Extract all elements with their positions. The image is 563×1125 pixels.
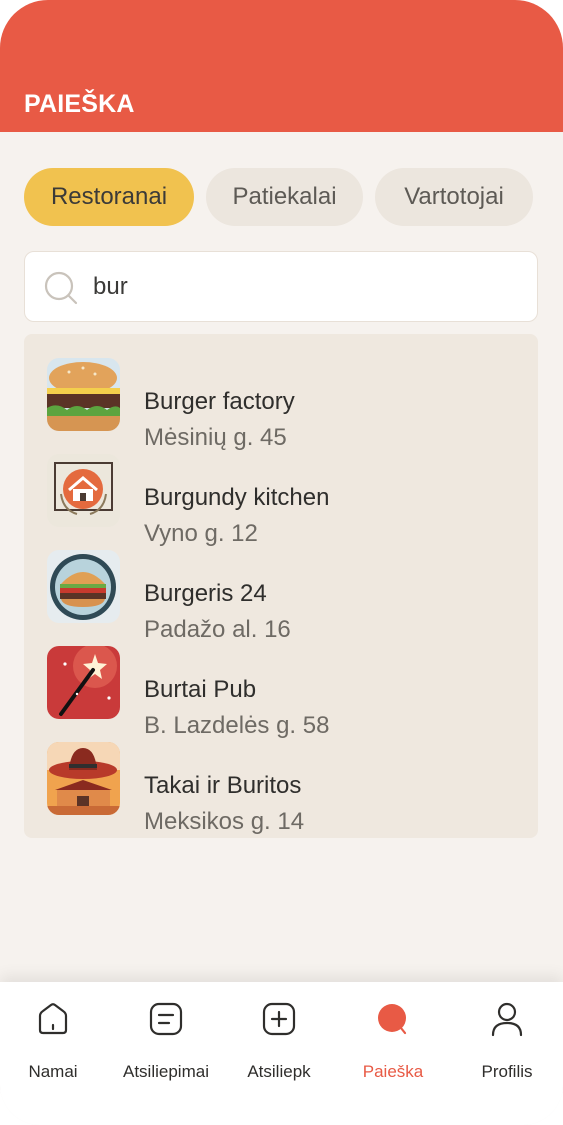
nav-profile[interactable]: Profilis bbox=[452, 1000, 562, 1081]
profile-icon bbox=[488, 1000, 526, 1038]
list-item[interactable]: Burgeris 24 Padažo al. 16 bbox=[24, 550, 538, 646]
list-item[interactable]: Burtai Pub B. Lazdelės g. 58 bbox=[24, 646, 538, 742]
nav-home[interactable]: Namai bbox=[0, 1000, 108, 1081]
search-box bbox=[24, 251, 538, 322]
tab-dishes[interactable]: Patiekalai bbox=[206, 168, 363, 226]
tab-users[interactable]: Vartotojai bbox=[375, 168, 533, 226]
restaurant-thumbnail bbox=[47, 454, 120, 527]
search-input[interactable] bbox=[93, 252, 513, 321]
restaurant-name: Burger factory bbox=[144, 388, 295, 415]
add-review-icon bbox=[260, 1000, 298, 1038]
restaurant-address: Padažo al. 16 bbox=[144, 616, 291, 643]
list-item[interactable]: Burgundy kitchen Vyno g. 12 bbox=[24, 454, 538, 550]
restaurant-name: Burtai Pub bbox=[144, 676, 257, 703]
restaurant-thumbnail bbox=[47, 550, 120, 623]
list-item[interactable]: Burger factory Mėsinių g. 45 bbox=[24, 358, 538, 454]
list-item[interactable]: Takai ir Buritos Meksikos g. 14 bbox=[24, 742, 538, 838]
nav-search[interactable]: Paieška bbox=[338, 1000, 448, 1081]
home-icon bbox=[34, 1000, 72, 1038]
nav-reviews[interactable]: Atsiliepimai bbox=[111, 1000, 221, 1081]
nav-label: Paieška bbox=[362, 1062, 424, 1081]
restaurant-address: B. Lazdelės g. 58 bbox=[144, 712, 330, 739]
page-title: PAIEŠKA bbox=[24, 90, 135, 118]
tab-restaurants[interactable]: Restoranai bbox=[24, 168, 194, 226]
restaurant-thumbnail bbox=[47, 646, 120, 719]
restaurant-name: Burgeris 24 bbox=[144, 580, 267, 607]
restaurant-thumbnail bbox=[47, 358, 120, 431]
app-screen: PAIEŠKA Restoranai Patiekalai Vartotojai bbox=[0, 0, 563, 1125]
search-icon bbox=[374, 1000, 412, 1038]
restaurant-thumbnail bbox=[47, 742, 120, 815]
header-bar: PAIEŠKA bbox=[0, 0, 563, 132]
restaurant-address: Vyno g. 12 bbox=[144, 520, 258, 547]
search-icon bbox=[44, 271, 78, 305]
nav-add-review[interactable]: Atsiliepk bbox=[224, 1000, 334, 1081]
restaurant-name: Burgundy kitchen bbox=[144, 484, 330, 511]
search-category-tabs: Restoranai Patiekalai Vartotojai bbox=[24, 168, 533, 226]
restaurant-address: Meksikos g. 14 bbox=[144, 808, 305, 835]
restaurant-address: Mėsinių g. 45 bbox=[144, 424, 287, 451]
nav-label: Atsiliepk bbox=[247, 1062, 311, 1081]
nav-label: Profilis bbox=[481, 1062, 533, 1081]
nav-label: Atsiliepimai bbox=[123, 1062, 209, 1081]
nav-label: Namai bbox=[28, 1062, 78, 1081]
restaurant-name: Takai ir Buritos bbox=[144, 772, 302, 799]
reviews-icon bbox=[147, 1000, 185, 1038]
bottom-navigation: Namai Atsiliepimai Atsiliepk Paieška Pro… bbox=[0, 982, 563, 1125]
results-list: Burger factory Mėsinių g. 45 Burgundy ki… bbox=[24, 334, 538, 838]
